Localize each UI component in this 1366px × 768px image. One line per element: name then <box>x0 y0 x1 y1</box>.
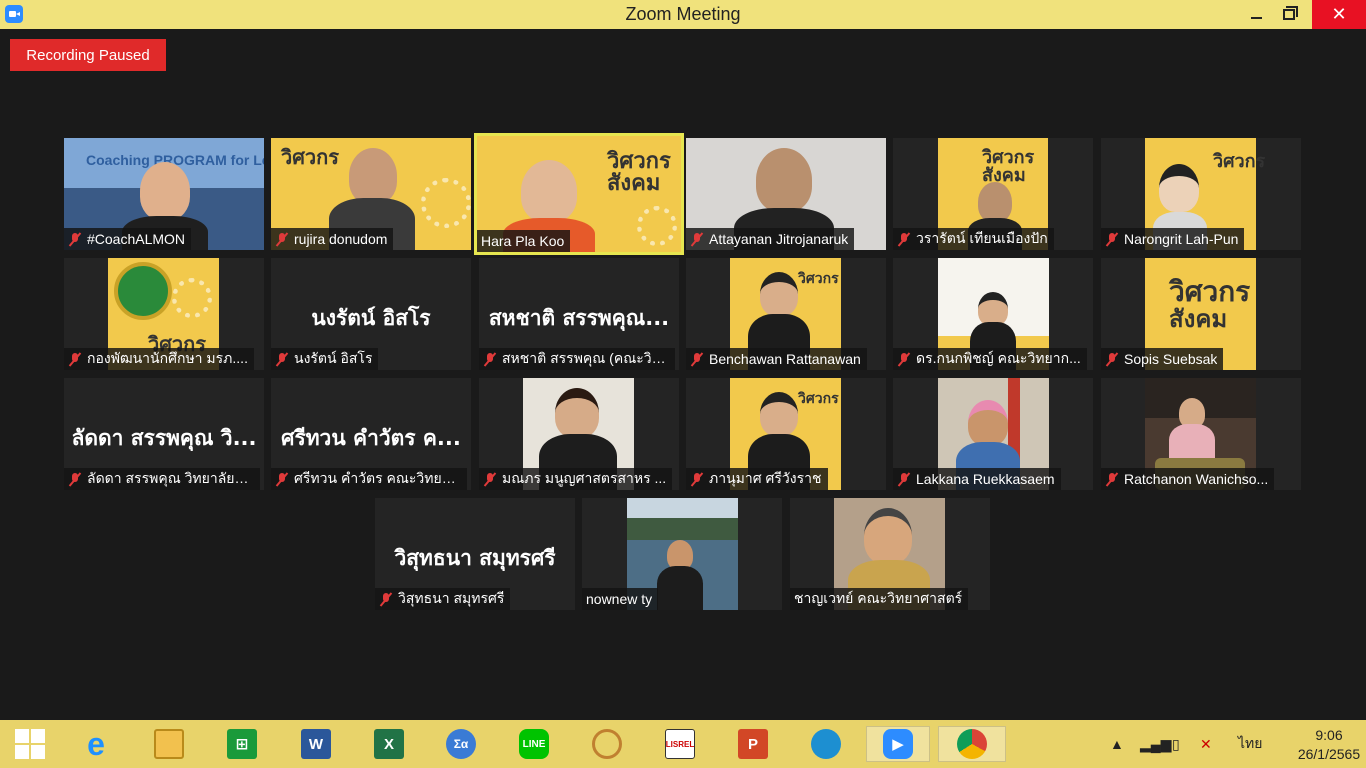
chrome-icon[interactable] <box>938 726 1006 762</box>
participant-name-label: วรารัตน์ เทียนเมืองปัก <box>893 228 1054 250</box>
muted-mic-icon <box>897 232 911 246</box>
participant-name-label: Ratchanon Wanichso... <box>1101 468 1275 490</box>
muted-mic-icon <box>68 472 82 486</box>
participant-name-label: ดร.กนกพิชญ์ คณะวิทยาก... <box>893 348 1087 370</box>
participant-tile[interactable]: ชาญเวทย์ คณะวิทยาศาสตร์ <box>790 498 990 610</box>
participant-display-name: นงรัตน์ อิสโร <box>311 306 431 330</box>
participant-display-name: ลัดดา สรรพคุณ วิ... <box>71 426 257 450</box>
participant-tile[interactable]: วิศวกร rujira donudom <box>271 138 471 250</box>
participant-name-label: nownew ty <box>582 588 659 610</box>
muted-mic-icon <box>483 352 497 366</box>
close-button[interactable]: ✕ <box>1312 0 1366 29</box>
participant-tile[interactable]: วิศวกร Narongrit Lah-Pun <box>1101 138 1301 250</box>
word-icon[interactable]: W <box>296 726 336 762</box>
participant-name-label: กองพัฒนานักศึกษา มรภ.... <box>64 348 254 370</box>
participant-name-label: Sopis Suebsak <box>1101 348 1224 370</box>
window-title: Zoom Meeting <box>625 4 741 24</box>
participant-name-label: Attayanan Jitrojanaruk <box>686 228 855 250</box>
participant-tile[interactable]: ลัดดา สรรพคุณ วิ... ลัดดา สรรพคุณ วิทยาล… <box>64 378 264 490</box>
muted-mic-icon <box>275 352 289 366</box>
participant-display-name: ศรีทวน คำวัตร ค... <box>281 426 461 450</box>
lisrel-icon[interactable]: LISREL <box>660 726 700 762</box>
participant-name-label: Lakkana Ruekkasaem <box>893 468 1061 490</box>
muted-mic-icon <box>690 472 704 486</box>
participant-tile[interactable]: วิศวกร กองพัฒนานักศึกษา มรภ.... <box>64 258 264 370</box>
muted-mic-icon <box>690 352 704 366</box>
title-bar: Zoom Meeting ✕ <box>0 0 1366 29</box>
participant-name-label: ศรีทวน คำวัตร คณะวิทยา... <box>271 468 467 490</box>
participant-tile[interactable]: สหชาติ สรรพคุณ... สหชาติ สรรพคุณ (คณะวิท… <box>479 258 679 370</box>
university-logo-icon <box>114 262 172 320</box>
participant-tile[interactable]: วิศวกร Benchawan Rattanawan <box>686 258 886 370</box>
windows-start-icon[interactable] <box>10 726 50 762</box>
participant-name-label: Hara Pla Koo <box>477 230 571 252</box>
participant-display-name: วิสุทธนา สมุทรศรี <box>394 546 556 570</box>
participant-name-label: ภานุมาศ ศรีวังราช <box>686 468 828 490</box>
muted-mic-icon <box>1105 352 1119 366</box>
zoom-icon[interactable]: ▶ <box>866 726 930 762</box>
participant-tile[interactable]: วิสุทธนา สมุทรศรี วิสุทธนา สมุทรศรี <box>375 498 575 610</box>
active-speaker-tile[interactable]: วิศวกร สังคม Hara Pla Koo <box>474 133 684 255</box>
muted-mic-icon <box>483 472 497 486</box>
participant-tile[interactable]: Lakkana Ruekkasaem <box>893 378 1093 490</box>
participant-tile[interactable]: ดร.กนกพิชญ์ คณะวิทยาก... <box>893 258 1093 370</box>
participant-name-label: วิสุทธนา สมุทรศรี <box>375 588 511 610</box>
participant-tile[interactable]: ศรีทวน คำวัตร ค... ศรีทวน คำวัตร คณะวิทย… <box>271 378 471 490</box>
paint-icon[interactable] <box>587 726 627 762</box>
edge-icon[interactable] <box>806 726 846 762</box>
system-clock[interactable]: 9:06 26/1/2565 <box>1296 726 1362 764</box>
file-explorer-icon[interactable] <box>149 726 189 762</box>
math-input-icon[interactable]: Σα <box>441 726 481 762</box>
network-signal-icon[interactable]: ▂▄▆ <box>1140 720 1171 768</box>
show-hidden-icons-icon[interactable]: ▲ <box>1110 720 1124 768</box>
participant-tile[interactable]: วิศวกร สังคม Sopis Suebsak <box>1101 258 1301 370</box>
participant-tile[interactable]: วิศวกร ภานุมาศ ศรีวังราช <box>686 378 886 490</box>
participant-name-label: ลัดดา สรรพคุณ วิทยาลัยก... <box>64 468 260 490</box>
participant-name-label: Benchawan Rattanawan <box>686 348 867 370</box>
muted-mic-icon <box>897 472 911 486</box>
participant-tile[interactable]: มณภร มนูญศาสตรสาหร ... <box>479 378 679 490</box>
participant-name-label: rujira donudom <box>271 228 394 250</box>
volume-muted-icon[interactable]: ✕ <box>1200 720 1212 768</box>
maximize-button[interactable] <box>1266 0 1312 29</box>
muted-mic-icon <box>379 592 393 606</box>
language-indicator[interactable]: ไทย <box>1238 720 1262 768</box>
muted-mic-icon <box>690 232 704 246</box>
participant-display-name: สหชาติ สรรพคุณ... <box>488 306 670 330</box>
internet-explorer-icon[interactable]: e <box>76 726 116 762</box>
muted-mic-icon <box>1105 232 1119 246</box>
participant-tile[interactable]: วิศวกร สังคม วรารัตน์ เทียนเมืองปัก <box>893 138 1093 250</box>
battery-icon[interactable]: ▯ <box>1172 720 1180 768</box>
recording-status-button[interactable]: Recording Paused <box>10 39 166 71</box>
muted-mic-icon <box>68 232 82 246</box>
participant-name-label: นงรัตน์ อิสโร <box>271 348 379 370</box>
taskbar: e ⊞ W X Σα LINE LISREL P ▶ ▲ ▂▄▆ ▯ ✕ ไทย… <box>0 720 1366 768</box>
participant-name-label: #CoachALMON <box>64 228 192 250</box>
muted-mic-icon <box>897 352 911 366</box>
store-icon[interactable]: ⊞ <box>222 726 262 762</box>
participant-name-label: ชาญเวทย์ คณะวิทยาศาสตร์ <box>790 588 969 610</box>
muted-mic-icon <box>68 352 82 366</box>
muted-mic-icon <box>275 232 289 246</box>
participant-tile[interactable]: nownew ty <box>582 498 782 610</box>
participant-name-label: Narongrit Lah-Pun <box>1101 228 1245 250</box>
participant-name-label: สหชาติ สรรพคุณ (คณะวิท... <box>479 348 675 370</box>
muted-mic-icon <box>1105 472 1119 486</box>
participant-tile[interactable]: Coaching PROGRAM for Leader #CoachALMON <box>64 138 264 250</box>
participant-tile[interactable]: Attayanan Jitrojanaruk <box>686 138 886 250</box>
participant-name-label: มณภร มนูญศาสตรสาหร ... <box>479 468 673 490</box>
line-icon[interactable]: LINE <box>514 726 554 762</box>
muted-mic-icon <box>275 472 289 486</box>
participant-tile[interactable]: Ratchanon Wanichso... <box>1101 378 1301 490</box>
powerpoint-icon[interactable]: P <box>733 726 773 762</box>
participant-tile[interactable]: นงรัตน์ อิสโร นงรัตน์ อิสโร <box>271 258 471 370</box>
excel-icon[interactable]: X <box>369 726 409 762</box>
